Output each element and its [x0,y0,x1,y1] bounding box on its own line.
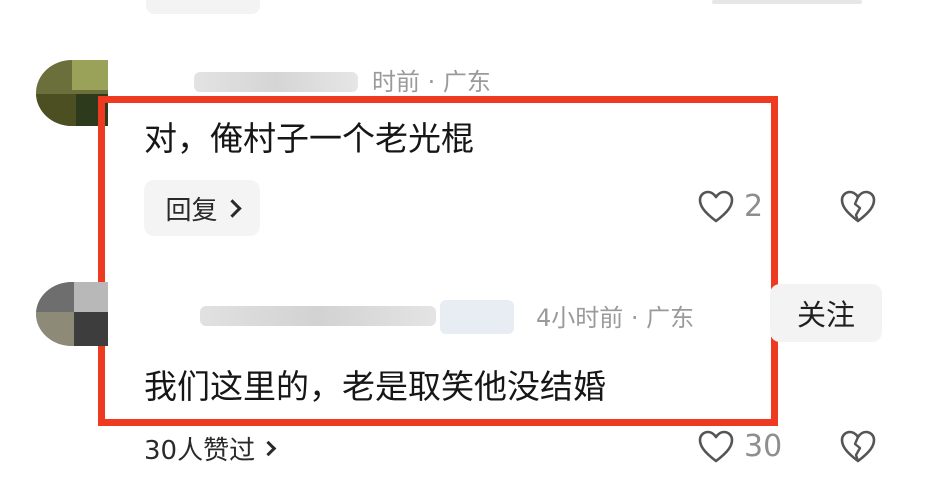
comment-body: 对，俺村子一个老光棍 [144,119,474,158]
blurred-username [194,72,358,92]
heart-outline-icon[interactable] [698,190,734,224]
broken-heart-icon[interactable] [840,430,876,464]
previous-reply-button-stub [146,0,260,14]
reply-button[interactable]: 回复 [144,180,260,236]
chevron-right-icon [222,198,242,218]
broken-heart-icon[interactable] [840,190,876,224]
previous-actions-stub [712,0,862,4]
follow-button[interactable]: 关注 [770,284,882,342]
follow-label: 关注 [796,298,855,332]
like-count: 30 [744,429,783,464]
heart-outline-icon[interactable] [698,430,734,464]
liked-by-link[interactable]: 30人赞过 [144,430,277,467]
like-count: 2 [744,189,764,224]
comment-meta: 4小时前 · 广东 [536,304,695,332]
reply-label: 回复 [165,195,218,226]
blurred-badge [440,300,514,334]
liked-by-label: 30人赞过 [144,436,256,466]
avatar[interactable] [36,282,108,346]
blurred-username [200,306,436,326]
chevron-right-icon [260,440,277,457]
comment-body: 我们这里的，老是取笑他没结婚 [144,367,606,406]
comment-meta: 时前 · 广东 [372,68,491,96]
